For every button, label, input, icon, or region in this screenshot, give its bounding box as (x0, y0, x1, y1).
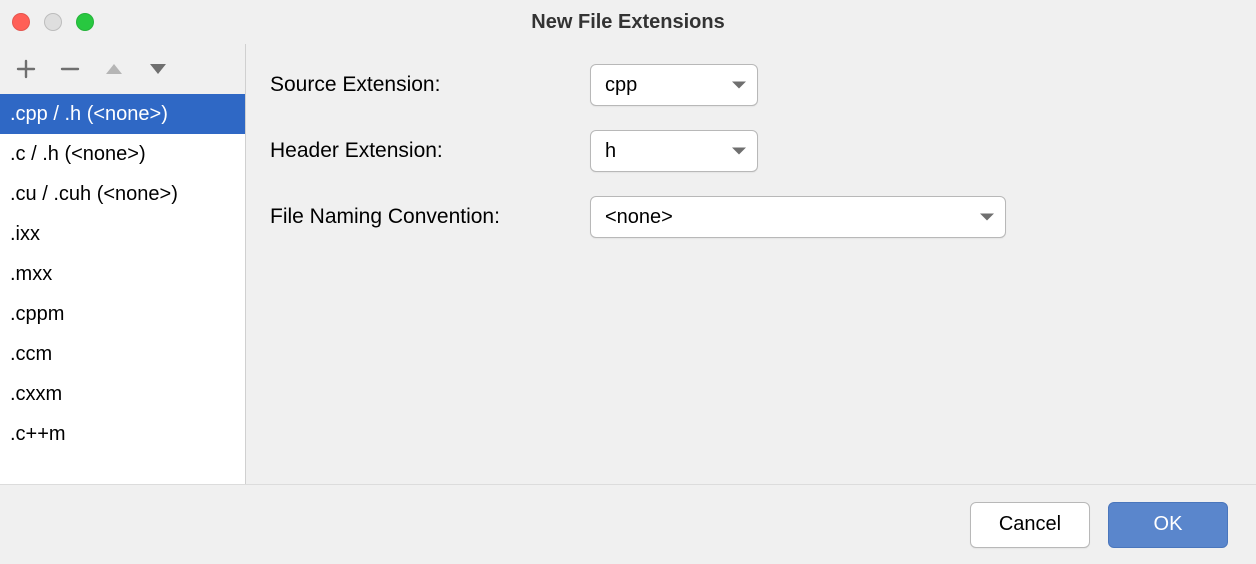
list-item-label: .cpp / .h (<none>) (10, 103, 168, 125)
sidebar: .cpp / .h (<none>) .c / .h (<none>) .cu / … (0, 44, 246, 484)
plus-icon (16, 59, 36, 79)
naming-convention-value: <none> (605, 206, 673, 229)
list-item[interactable]: .cu / .cuh (<none>) (0, 174, 245, 214)
footer: Cancel OK (0, 484, 1256, 564)
list-item[interactable]: .c / .h (<none>) (0, 134, 245, 174)
list-item-label: .cxxm (10, 383, 62, 405)
close-window-button[interactable] (12, 13, 30, 31)
cancel-button-label: Cancel (999, 513, 1061, 536)
extension-list[interactable]: .cpp / .h (<none>) .c / .h (<none>) .cu / … (0, 94, 245, 484)
move-up-button[interactable] (102, 57, 126, 81)
ok-button-label: OK (1154, 513, 1183, 536)
list-item-label: .mxx (10, 263, 52, 285)
chevron-down-icon (979, 206, 995, 229)
list-item-label: .ccm (10, 343, 52, 365)
zoom-window-button[interactable] (76, 13, 94, 31)
list-item[interactable]: .ixx (0, 214, 245, 254)
list-item[interactable]: .cpp / .h (<none>) (0, 94, 245, 134)
header-extension-row: Header Extension: h (270, 130, 1232, 172)
add-button[interactable] (14, 57, 38, 81)
triangle-up-icon (104, 62, 124, 76)
chevron-down-icon (731, 140, 747, 163)
move-down-button[interactable] (146, 57, 170, 81)
source-extension-row: Source Extension: cpp (270, 64, 1232, 106)
header-extension-label: Header Extension: (270, 139, 590, 163)
minimize-window-button[interactable] (44, 13, 62, 31)
sidebar-toolbar (0, 44, 245, 94)
chevron-down-icon (731, 74, 747, 97)
cancel-button[interactable]: Cancel (970, 502, 1090, 548)
list-item[interactable]: .ccm (0, 334, 245, 374)
minus-icon (60, 59, 80, 79)
source-extension-label: Source Extension: (270, 73, 590, 97)
list-item-label: .ixx (10, 223, 40, 245)
list-item[interactable]: .cppm (0, 294, 245, 334)
window-title: New File Extensions (0, 11, 1256, 34)
main-panel: Source Extension: cpp Header Extension: … (246, 44, 1256, 484)
list-item[interactable]: .cxxm (0, 374, 245, 414)
list-item-label: .cu / .cuh (<none>) (10, 183, 178, 205)
naming-convention-label: File Naming Convention: (270, 205, 590, 229)
ok-button[interactable]: OK (1108, 502, 1228, 548)
remove-button[interactable] (58, 57, 82, 81)
triangle-down-icon (148, 62, 168, 76)
list-item-label: .cppm (10, 303, 64, 325)
list-item[interactable]: .c++m (0, 414, 245, 454)
naming-convention-row: File Naming Convention: <none> (270, 196, 1232, 238)
window: New File Extensions (0, 0, 1256, 564)
naming-convention-combo[interactable]: <none> (590, 196, 1006, 238)
list-item[interactable]: .mxx (0, 254, 245, 294)
source-extension-value: cpp (605, 74, 637, 97)
source-extension-combo[interactable]: cpp (590, 64, 758, 106)
list-item-label: .c / .h (<none>) (10, 143, 146, 165)
body: .cpp / .h (<none>) .c / .h (<none>) .cu / … (0, 44, 1256, 484)
header-extension-value: h (605, 140, 616, 163)
traffic-lights (12, 13, 94, 31)
titlebar: New File Extensions (0, 0, 1256, 44)
header-extension-combo[interactable]: h (590, 130, 758, 172)
list-item-label: .c++m (10, 423, 66, 445)
